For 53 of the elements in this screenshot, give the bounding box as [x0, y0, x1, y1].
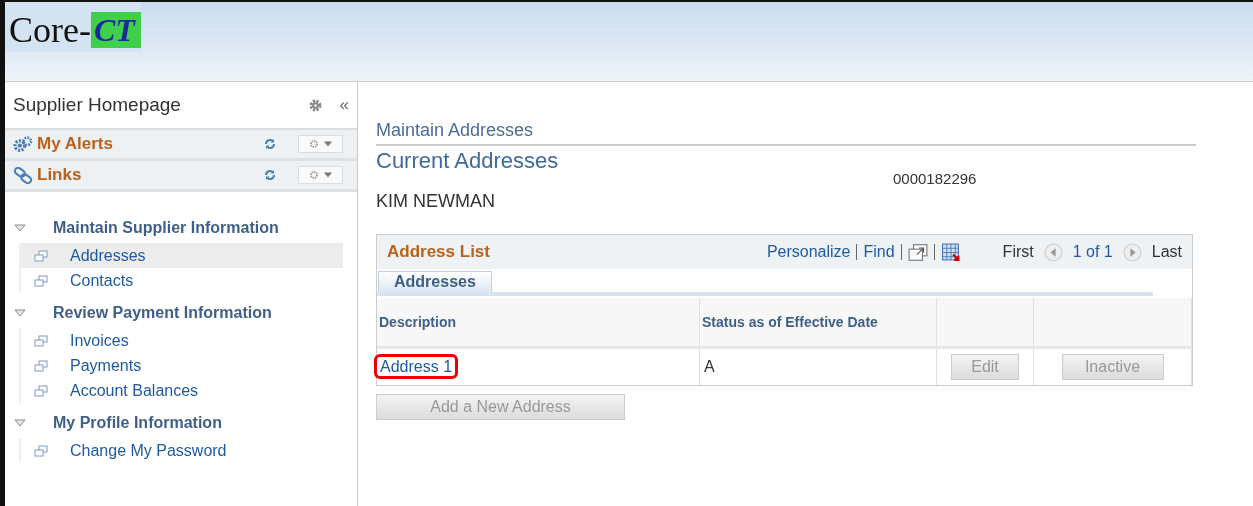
previous-button-icon[interactable] [1043, 242, 1063, 262]
window-icon [34, 274, 48, 287]
sidebar-item[interactable]: Contacts [21, 268, 343, 293]
window-icon [34, 334, 48, 347]
first-label: First [1002, 243, 1034, 261]
table-cell-text: A [703, 358, 715, 375]
page-subtitle: Maintain Addresses [376, 120, 1196, 146]
menu-group-label[interactable]: Maintain Supplier Information [53, 219, 279, 237]
pagelet-title: Links [37, 165, 83, 185]
grid-title: Address List [387, 242, 491, 262]
caret-icon [322, 141, 333, 147]
spreadsheet-download-icon[interactable] [940, 242, 961, 262]
link-icon [13, 166, 33, 184]
page-title: Current Addresses [376, 148, 560, 174]
sidebar-title: Supplier Homepage [13, 94, 182, 116]
supplier-id: 0000182296 [893, 170, 978, 187]
collapse-triangle-icon[interactable] [15, 224, 25, 232]
gear-icon [308, 170, 319, 180]
logo-mark: CT [90, 12, 141, 48]
menu-group-label[interactable]: My Profile Information [53, 414, 222, 432]
refresh-icon[interactable] [264, 138, 276, 150]
sidebar-item[interactable]: Invoices [21, 328, 343, 353]
window-icon [34, 444, 48, 457]
settings-icon[interactable] [308, 98, 322, 112]
caret-icon [322, 172, 333, 178]
sidebar-item[interactable]: Account Balances [21, 378, 343, 403]
next-button-icon[interactable] [1122, 242, 1142, 262]
options-menu-button[interactable] [298, 166, 343, 184]
column-header: Description [379, 314, 456, 330]
gear-icon [308, 139, 319, 149]
row-count: 1 of 1 [1072, 243, 1113, 261]
logo-text: Core- [9, 9, 91, 51]
sidebar-item[interactable]: Addresses [21, 243, 343, 268]
options-menu-button[interactable] [298, 135, 343, 153]
sidebar-item[interactable]: Change My Password [21, 438, 343, 463]
pagelet-title: My Alerts [37, 134, 114, 154]
grid-tab[interactable]: Addresses [378, 271, 492, 292]
last-label: Last [1151, 243, 1182, 261]
menu-group-label[interactable]: Review Payment Information [53, 304, 272, 322]
gears-icon [13, 135, 33, 153]
supplier-name: KIM NEWMAN [376, 191, 496, 212]
sidebar-item[interactable]: Payments [21, 353, 343, 378]
collapse-triangle-icon[interactable] [15, 419, 25, 427]
collapse-triangle-icon[interactable] [15, 309, 25, 317]
refresh-icon[interactable] [264, 169, 276, 181]
column-header: Status as of Effective Date [702, 314, 878, 330]
window-icon [34, 249, 48, 262]
window-icon [34, 359, 48, 372]
find-link[interactable]: Find [863, 243, 895, 261]
personalize-link[interactable]: Personalize [766, 243, 851, 261]
window-icon [34, 384, 48, 397]
collapse-button[interactable]: « [339, 95, 349, 115]
new-window-icon[interactable] [907, 242, 928, 262]
